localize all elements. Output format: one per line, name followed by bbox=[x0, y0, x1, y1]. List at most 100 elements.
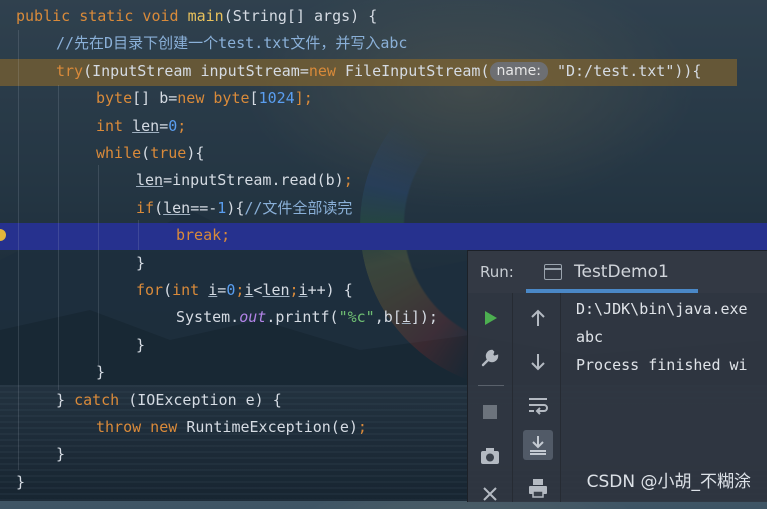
code-line[interactable]: //先在D目录下创建一个test.txt文件，并写入abc bbox=[56, 30, 407, 57]
wrench-icon bbox=[481, 349, 499, 367]
code-token: public static void bbox=[16, 7, 188, 25]
code-token: ){ bbox=[226, 198, 245, 217]
code-line[interactable]: len=inputStream.read(b); bbox=[136, 167, 353, 194]
previous-occurrence-button[interactable] bbox=[523, 303, 553, 333]
code-line[interactable]: byte[] b=new byte[1024]; bbox=[96, 85, 313, 112]
code-token: main bbox=[187, 7, 224, 25]
code-token: ){ bbox=[186, 144, 205, 162]
code-token: try bbox=[56, 61, 84, 80]
code-line[interactable]: } bbox=[136, 250, 145, 277]
code-token: int bbox=[172, 281, 209, 299]
code-token: byte bbox=[213, 89, 250, 108]
code-token: 0 bbox=[168, 116, 178, 135]
code-token: System. bbox=[176, 308, 240, 327]
soft-wrap-button[interactable] bbox=[523, 390, 553, 420]
code-token: RuntimeException(e) bbox=[186, 418, 358, 436]
run-config-tab[interactable]: TestDemo1 bbox=[526, 251, 696, 293]
code-token: [ bbox=[249, 89, 259, 108]
code-line[interactable]: int len=0; bbox=[96, 113, 186, 140]
code-token: ; bbox=[289, 281, 299, 299]
code-line[interactable]: System.out.printf("%c",b[i]); bbox=[176, 304, 438, 331]
code-token: len bbox=[163, 198, 191, 217]
code-token: //先在D目录下创建一个test.txt文件，并写入abc bbox=[56, 34, 408, 53]
run-tool-window[interactable]: Run: TestDemo1 D:\JDK\bin\java.exe abc P… bbox=[467, 250, 767, 502]
code-token: 1024 bbox=[258, 89, 295, 108]
code-token: } bbox=[56, 390, 75, 409]
console-line: D:\JDK\bin\java.exe bbox=[576, 300, 748, 318]
indent-guide bbox=[58, 85, 59, 390]
code-token: =inputStream.read(b) bbox=[163, 171, 344, 190]
code-line[interactable]: } catch (IOException e) { bbox=[56, 387, 282, 414]
code-token: } bbox=[56, 445, 66, 464]
code-line[interactable]: } bbox=[56, 441, 65, 468]
next-occurrence-button[interactable] bbox=[523, 347, 553, 377]
code-token: ++) { bbox=[307, 281, 353, 299]
run-label: Run: bbox=[480, 263, 514, 281]
code-token: = bbox=[159, 116, 169, 135]
code-line[interactable]: try(InputStream inputStream=new FileInpu… bbox=[56, 58, 701, 85]
code-token: out bbox=[239, 308, 267, 327]
code-token: (InputStream inputStream= bbox=[83, 61, 309, 80]
arrow-down-icon bbox=[531, 354, 545, 371]
print-button[interactable] bbox=[523, 473, 553, 503]
code-token: new bbox=[177, 89, 214, 108]
arrow-up-icon bbox=[531, 309, 545, 326]
code-token: new bbox=[308, 61, 345, 80]
code-token: (String[] args) { bbox=[223, 7, 378, 25]
code-token: )){ bbox=[674, 61, 702, 80]
run-tab-label: TestDemo1 bbox=[574, 262, 669, 282]
code-token: ; bbox=[343, 171, 353, 190]
stop-button[interactable] bbox=[475, 397, 505, 427]
code-line[interactable]: throw new RuntimeException(e); bbox=[96, 414, 367, 441]
code-token: i bbox=[298, 281, 308, 299]
code-token: len bbox=[262, 281, 290, 299]
code-line[interactable]: } bbox=[136, 332, 145, 359]
run-icon bbox=[485, 311, 497, 325]
scroll-to-end-button[interactable] bbox=[523, 430, 553, 460]
code-line[interactable]: if(len==-1){//文件全部读完 bbox=[136, 195, 352, 222]
exit-button[interactable] bbox=[475, 479, 505, 509]
code-token: "D:/test.txt" bbox=[556, 61, 675, 80]
code-token: ( bbox=[141, 144, 151, 162]
code-token: = bbox=[217, 281, 227, 299]
code-token: ,b[ bbox=[374, 308, 402, 327]
code-token: ==- bbox=[190, 198, 218, 217]
code-token: throw new bbox=[96, 418, 187, 436]
code-line[interactable]: break; bbox=[176, 222, 230, 249]
code-token: int bbox=[96, 116, 133, 135]
code-token: .printf( bbox=[266, 308, 339, 327]
code-token: [] b= bbox=[132, 89, 178, 108]
print-icon bbox=[529, 479, 547, 498]
code-token: ]; bbox=[294, 89, 313, 108]
code-token: len bbox=[132, 116, 160, 135]
code-token: ; bbox=[357, 418, 367, 436]
code-token: } bbox=[96, 363, 106, 382]
code-token: 0 bbox=[226, 281, 236, 299]
code-token: byte bbox=[96, 89, 133, 108]
code-token: i bbox=[208, 281, 218, 299]
screenshot-button[interactable] bbox=[475, 441, 505, 471]
settings-button[interactable] bbox=[475, 343, 505, 373]
indent-guide bbox=[98, 165, 99, 365]
run-button[interactable] bbox=[475, 303, 505, 333]
parameter-hint: name: bbox=[489, 61, 548, 81]
console-line: abc bbox=[576, 328, 604, 346]
current-line-highlight bbox=[0, 223, 767, 250]
code-line[interactable]: } bbox=[96, 359, 105, 386]
scroll-to-end-icon bbox=[530, 436, 546, 455]
code-token: if bbox=[136, 198, 155, 217]
code-token: ( bbox=[163, 281, 173, 299]
console-line: Process finished wi bbox=[576, 356, 748, 374]
code-token: ; bbox=[177, 116, 187, 135]
code-token: len bbox=[136, 171, 164, 190]
code-token: break bbox=[176, 226, 222, 245]
code-line[interactable]: for(int i=0;i<len;i++) { bbox=[136, 277, 353, 304]
code-line[interactable]: } bbox=[16, 469, 25, 496]
code-line[interactable]: while(true){ bbox=[96, 140, 204, 167]
code-token: "%c" bbox=[338, 308, 375, 327]
code-token: ]); bbox=[410, 308, 438, 327]
code-token: } bbox=[136, 253, 146, 272]
indent-guide bbox=[18, 30, 19, 470]
camera-icon bbox=[481, 448, 499, 464]
code-line[interactable]: public static void main(String[] args) { bbox=[16, 3, 377, 30]
